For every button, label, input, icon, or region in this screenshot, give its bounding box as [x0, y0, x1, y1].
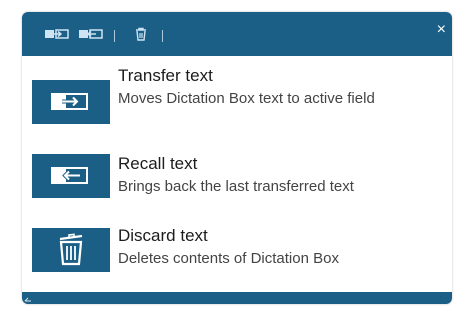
- recall-text-title: Recall text: [118, 154, 198, 173]
- resize-grip-icon[interactable]: [24, 294, 32, 302]
- transfer-text-title: Transfer text: [118, 66, 213, 85]
- recall-text-item[interactable]: Recall text Brings back the last transfe…: [32, 154, 452, 226]
- recall-icon: [78, 27, 104, 45]
- discard-text-description: Deletes contents of Dictation Box: [118, 250, 339, 267]
- trash-icon: [32, 233, 110, 276]
- transfer-icon: [32, 93, 110, 128]
- dictation-box-help-panel: × Transfer text Moves Dictation Box text…: [22, 12, 452, 304]
- discard-text-item[interactable]: Discard text Deletes contents of Dictati…: [32, 222, 452, 294]
- recall-icon: [32, 167, 110, 202]
- close-icon: ×: [436, 21, 446, 38]
- recall-text-icon-tile: [32, 154, 110, 198]
- transfer-text-description: Moves Dictation Box text to active field: [118, 90, 375, 107]
- toolbar-transfer-button[interactable]: [42, 28, 72, 44]
- transfer-text-item[interactable]: Transfer text Moves Dictation Box text t…: [32, 66, 452, 138]
- toolbar-separator: [162, 30, 163, 42]
- transfer-text-icon-tile: [32, 80, 110, 124]
- toolbar-discard-button[interactable]: [132, 27, 150, 46]
- transfer-icon: [44, 27, 70, 45]
- discard-text-title: Discard text: [118, 226, 208, 245]
- trash-icon: [134, 27, 148, 46]
- toolbar: ×: [22, 12, 452, 56]
- toolbar-recall-button[interactable]: [76, 28, 106, 44]
- close-button[interactable]: ×: [437, 22, 446, 38]
- toolbar-separator: [114, 30, 115, 42]
- status-bar: [22, 292, 452, 304]
- recall-text-description: Brings back the last transferred text: [118, 178, 354, 195]
- discard-text-icon-tile: [32, 228, 110, 272]
